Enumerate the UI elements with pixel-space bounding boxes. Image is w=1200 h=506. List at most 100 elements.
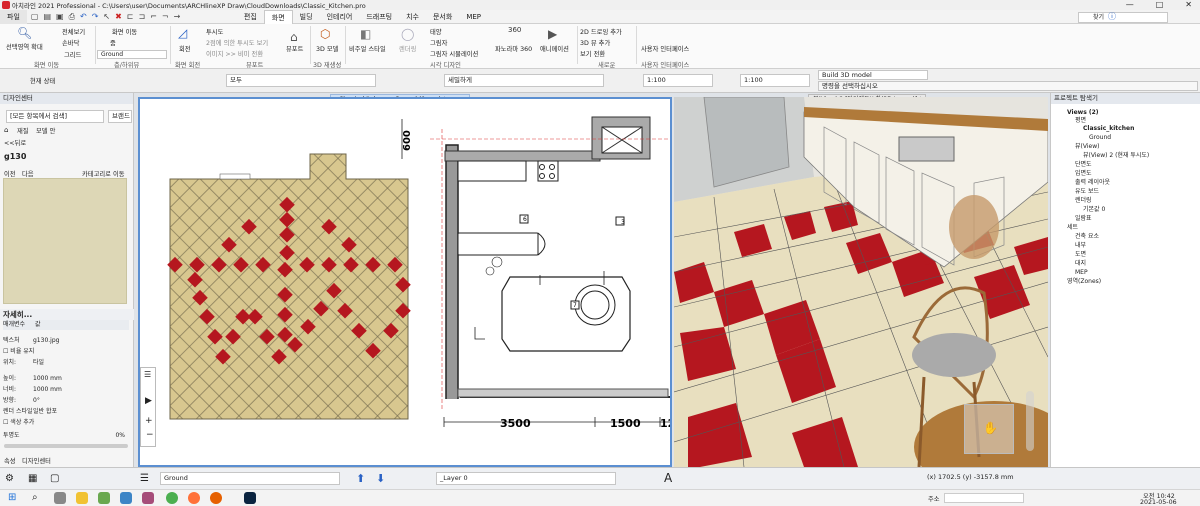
navigation-control[interactable]: ✋	[964, 404, 1014, 454]
home-icon[interactable]: ⌂	[4, 126, 8, 134]
select-mode-icon[interactable]: ▦	[28, 473, 37, 484]
tree-item-plan[interactable]: 평면	[1075, 117, 1086, 125]
tree-item-default[interactable]: 기본값 0	[1083, 206, 1105, 214]
tree-item-drawing[interactable]: 도면	[1075, 251, 1086, 259]
scale-select-1[interactable]: 1:100	[643, 74, 713, 87]
pen-select[interactable]: 모두	[226, 74, 376, 87]
tab-edit[interactable]: 편집	[237, 10, 264, 24]
render-style-value[interactable]: 일반 합포	[33, 407, 57, 417]
footer-tab-properties[interactable]: 속성	[4, 456, 16, 465]
tree-item-schedule[interactable]: 일람표	[1075, 215, 1092, 223]
color-add-row[interactable]: ☐ 색상 추가	[3, 418, 129, 428]
tab-mep[interactable]: MEP	[459, 10, 488, 24]
direction-value[interactable]: 0°	[33, 396, 40, 406]
redo-icon[interactable]: ↷	[92, 12, 99, 22]
floor-select[interactable]: Ground	[97, 50, 167, 59]
pan-button[interactable]: 손바닥	[62, 38, 79, 47]
photoshop-icon[interactable]	[244, 492, 256, 504]
save-icon[interactable]: ▣	[56, 12, 64, 22]
photos-icon[interactable]	[98, 492, 110, 504]
next-button[interactable]: 다음	[22, 169, 34, 178]
shadow-sim-button[interactable]: 그림자 시뮬레이션	[430, 49, 478, 58]
tree-item-mep[interactable]: MEP	[1075, 269, 1088, 277]
screen-move-button[interactable]: 화면 이동	[112, 27, 137, 36]
tab-interior[interactable]: 인테리어	[320, 10, 360, 24]
tree-item-classic-kitchen[interactable]: Classic_kitchen	[1083, 125, 1134, 133]
width-value[interactable]: 1000 mm	[33, 385, 62, 395]
ui-button[interactable]: 사용자 인터페이스	[641, 44, 689, 53]
search-input[interactable]: 찾기	[1078, 12, 1168, 23]
settings-icon[interactable]: ⚙	[5, 473, 14, 484]
material-search-input[interactable]: [모든 항목에서 검색]	[6, 110, 104, 123]
expand-arrow-icon[interactable]: ▶	[145, 396, 152, 406]
perspective-button[interactable]: 투시도	[206, 27, 223, 36]
address-input[interactable]	[944, 493, 1024, 503]
arrow-icon[interactable]: →	[174, 12, 181, 22]
animation-icon[interactable]: ▶	[548, 27, 557, 41]
firefox-alt-icon[interactable]	[210, 492, 222, 504]
print-icon[interactable]: ⎙	[69, 12, 75, 22]
build-model-select[interactable]: Build 3D model	[818, 70, 928, 80]
close-button[interactable]: ✕	[1185, 0, 1192, 9]
tab-material[interactable]: 재질	[17, 126, 29, 135]
minimize-button[interactable]: —	[1126, 0, 1134, 9]
zoom-button[interactable]: 줌	[110, 38, 116, 47]
tree-item-ground[interactable]: Ground	[1089, 134, 1111, 142]
panorama-button[interactable]: 파노라마 360	[495, 44, 532, 53]
prev-button[interactable]: 이전	[4, 169, 16, 178]
detail-select[interactable]: 세밀하게	[444, 74, 604, 87]
sun-button[interactable]: 태양	[430, 27, 442, 36]
back-link[interactable]: <<뒤로	[4, 138, 26, 147]
ruler-icon[interactable]: ⊏	[127, 12, 134, 22]
shadow-button[interactable]: 그림자	[430, 38, 447, 47]
maximize-button[interactable]: □	[1156, 0, 1164, 9]
frame-icon[interactable]: ▢	[50, 473, 59, 484]
orbit-icon[interactable]: ✋	[983, 421, 998, 435]
two-point-button[interactable]: 2점에 의한 투시도 보기	[206, 38, 268, 47]
move-icon[interactable]: ⊐	[139, 12, 146, 22]
select-icon[interactable]: ↖	[103, 12, 110, 22]
whole-view-button[interactable]: 전체보기	[62, 27, 85, 36]
tree-item-sets[interactable]: 세트	[1067, 224, 1078, 232]
zoom-fit-icon[interactable]: 🔍︎	[17, 26, 32, 40]
layer-dropdown[interactable]: _Layer 0	[436, 472, 616, 485]
tab-drafting[interactable]: 드래프팅	[359, 10, 399, 24]
model-3d-button[interactable]: 3D 모델	[316, 44, 338, 53]
add-3d-view-button[interactable]: 3D 뷰 추가	[580, 38, 610, 47]
help-icon[interactable]: ⓘ	[1108, 11, 1116, 22]
previous-view-button[interactable]: 이미지 >> 비미 전환	[206, 49, 263, 58]
tree-item-elevation[interactable]: 입면도	[1075, 170, 1092, 178]
zoom-slider[interactable]	[1026, 391, 1034, 451]
mail-icon[interactable]	[142, 492, 154, 504]
tree-item-views[interactable]: Views (2)	[1067, 109, 1099, 117]
model-3d-icon[interactable]: ⬡	[320, 27, 330, 41]
render-icon[interactable]: ◯	[401, 27, 414, 41]
brand-button[interactable]: 브랜드	[108, 110, 132, 123]
app-icon[interactable]	[120, 492, 132, 504]
taskbar-search-icon[interactable]: ⌕	[32, 492, 38, 503]
zoom-out-icon[interactable]: −	[146, 430, 154, 440]
firefox-icon[interactable]	[188, 492, 200, 504]
open-icon[interactable]: ▤	[43, 12, 51, 22]
new-icon[interactable]: ▢	[31, 12, 39, 22]
delete-icon[interactable]: ✖	[115, 12, 122, 22]
tree-item-view2[interactable]: 뷰(View) 2 (현재 투시도)	[1083, 152, 1149, 160]
tree-item-section[interactable]: 단면도	[1075, 161, 1092, 169]
tree-item-mood-board[interactable]: 유도 보드	[1075, 188, 1099, 196]
rotate-icon[interactable]: ◿	[178, 26, 187, 40]
tree-item-building-elements[interactable]: 건축 요소	[1075, 233, 1099, 241]
position-value[interactable]: 타일	[33, 358, 44, 368]
tab-file[interactable]: 파일	[0, 9, 27, 24]
switch-view-button[interactable]: 보기 전환	[580, 49, 605, 58]
zoom-in-icon[interactable]: +	[145, 416, 153, 426]
category-link[interactable]: 카테고리로 이동	[82, 169, 125, 178]
layers-icon[interactable]: ☰	[140, 473, 149, 484]
text-icon[interactable]: A	[664, 471, 672, 485]
tree-item-layout[interactable]: 출력 레이아웃	[1075, 179, 1110, 187]
rotate-button[interactable]: 회전	[179, 44, 191, 53]
height-value[interactable]: 1000 mm	[33, 374, 62, 384]
file-explorer-icon[interactable]	[76, 492, 88, 504]
tree-item-interior[interactable]: 내부	[1075, 242, 1086, 250]
task-view-icon[interactable]	[54, 492, 66, 504]
tab-documentation[interactable]: 문서화	[426, 10, 459, 24]
